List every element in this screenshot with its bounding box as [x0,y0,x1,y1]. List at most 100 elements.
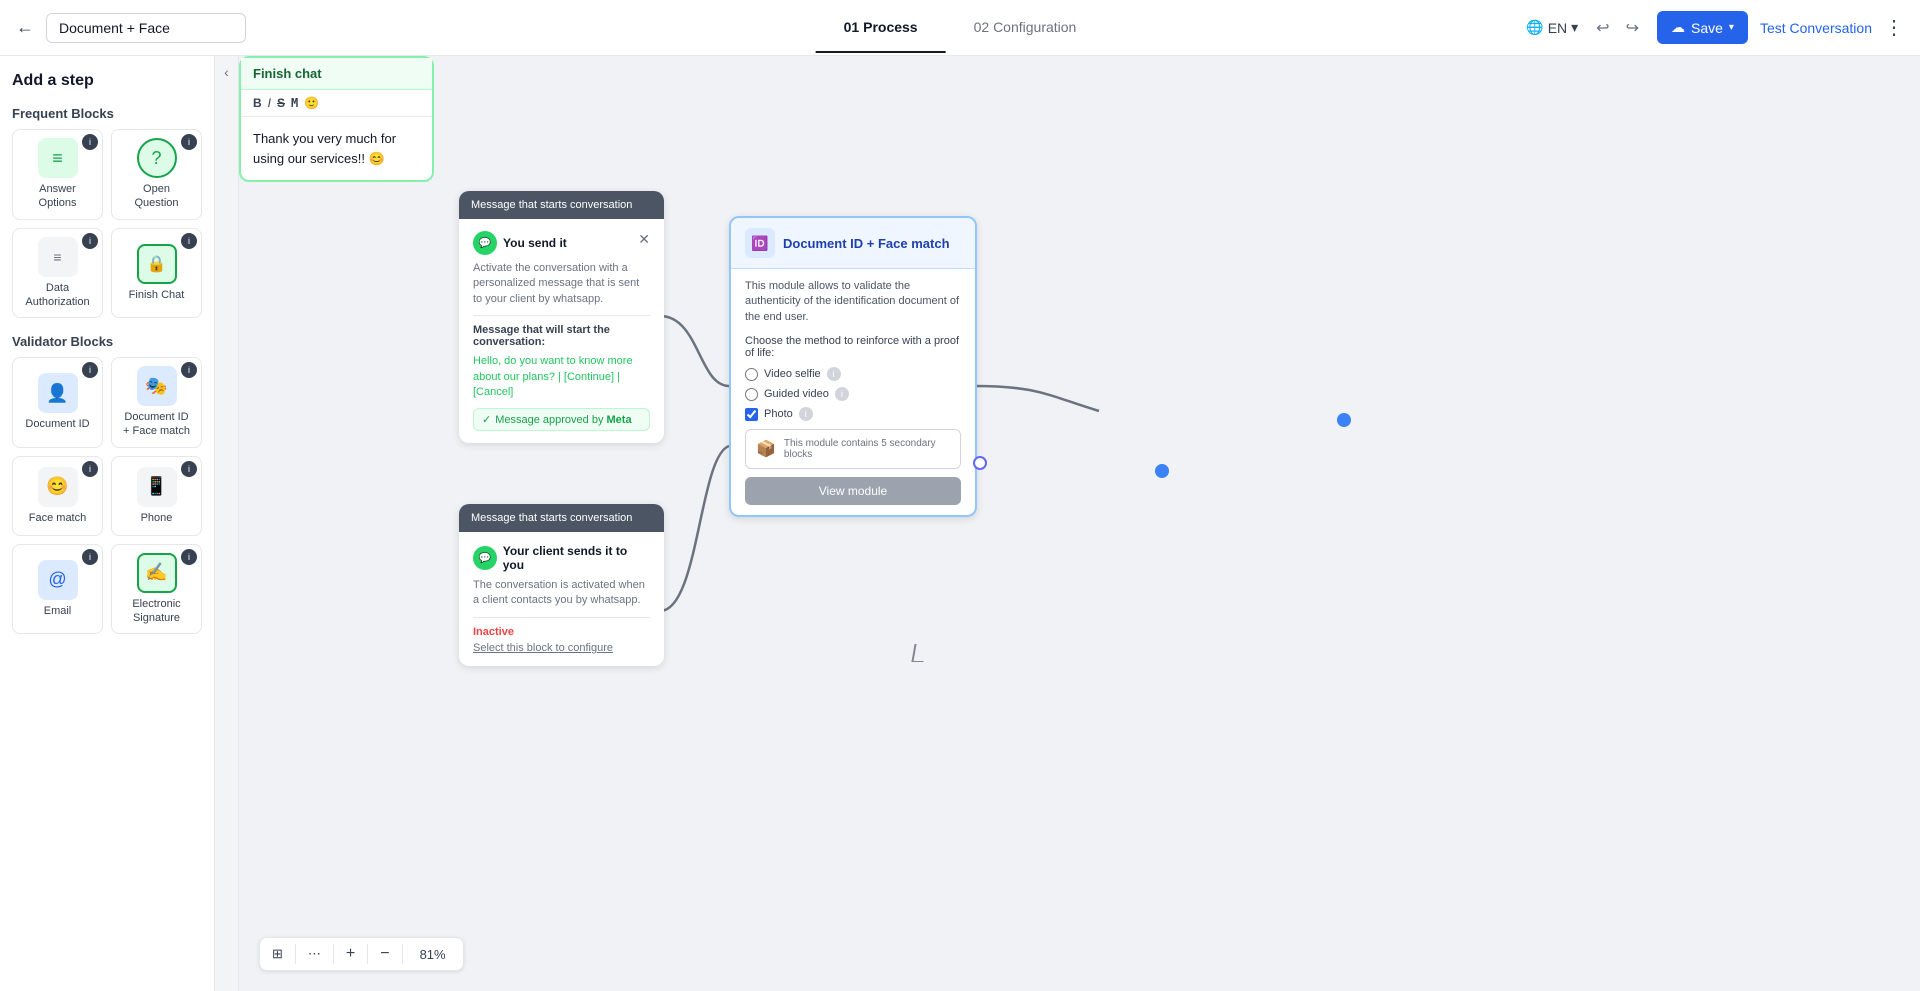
guided-video-label: Guided video [764,388,829,400]
video-selfie-radio[interactable] [745,368,758,381]
finish-chat-label: Finish Chat [129,288,185,302]
msg-sender-1: You send it [503,236,567,250]
block-document-id[interactable]: i 👤 Document ID [12,357,103,448]
answer-options-label: Answer Options [21,182,94,211]
answer-options-icon: ≡ [38,138,78,178]
photo-label: Photo [764,408,793,420]
emoji-icon[interactable]: 🙂 [304,96,319,110]
phone-icon: 📱 [137,467,177,507]
tab-process[interactable]: 01 Process [816,3,946,53]
strikethrough-icon[interactable]: S [277,96,285,110]
photo-checkbox[interactable] [745,408,758,421]
block-document-face[interactable]: i 🎭 Document ID + Face match [111,357,202,448]
sidebar-collapse-handle[interactable]: ‹ [215,56,239,991]
info-badge: i [181,134,197,150]
msg-desc-1: Activate the conversation with a persona… [473,261,650,307]
info-badge: i [181,461,197,477]
cube-icon: 📦 [756,439,776,459]
module-box-text: This module contains 5 secondary blocks [784,438,950,460]
message-card-1: Message that starts conversation ✕ 💬 You… [459,191,664,443]
block-electronic-sig[interactable]: i ✍ Electronic Signature [111,544,202,635]
data-authorization-icon: ≡ [38,237,78,277]
info-badge: i [82,549,98,565]
block-face-match[interactable]: i 😊 Face match [12,456,103,536]
chevron-down-icon: ▾ [1571,19,1578,36]
electronic-sig-icon: ✍ [137,553,177,593]
block-phone[interactable]: i 📱 Phone [111,456,202,536]
tab-configuration[interactable]: 02 Configuration [946,3,1105,53]
zoom-divider-3 [367,944,368,964]
block-open-question[interactable]: i ? Open Question [111,129,202,220]
approved-text: Message approved by Meta [495,414,631,426]
redo-button[interactable]: ↪ [1620,14,1645,42]
cloud-icon: ☁ [1671,19,1685,36]
video-selfie-label: Video selfie [764,368,821,380]
mono-icon[interactable]: M [291,96,298,110]
validator-blocks-grid: i 👤 Document ID i 🎭 Document ID + Face m… [12,357,202,634]
zoom-out-button[interactable]: − [380,945,389,963]
whatsapp-icon-1: 💬 [473,231,497,255]
option-video-selfie[interactable]: Video selfie i [745,367,961,381]
open-question-icon: ? [137,138,177,178]
doc-card-header: 🆔 Document ID + Face match [731,218,975,269]
title-input[interactable] [46,13,246,43]
bold-icon[interactable]: B [253,96,262,110]
info-badge: i [82,233,98,249]
validator-blocks-heading: Validator Blocks [12,334,202,349]
info-dot-selfie: i [827,367,841,381]
zoom-divider-2 [333,944,334,964]
face-match-icon: 😊 [38,467,78,507]
more-options-button[interactable]: ⋮ [1884,15,1904,40]
save-button[interactable]: ☁ Save ▾ [1657,11,1748,44]
main-layout: Add a step Frequent Blocks i ≡ Answer Op… [0,56,1920,991]
block-finish-chat[interactable]: i 🔒 Finish Chat [111,228,202,319]
save-arrow-icon: ▾ [1729,22,1734,33]
option-guided-video[interactable]: Guided video i [745,387,961,401]
msg-card-1-close[interactable]: ✕ [638,231,650,248]
block-data-authorization[interactable]: i ≡ Data Authorization [12,228,103,319]
option-photo[interactable]: Photo i [745,407,961,421]
email-label: Email [44,604,72,618]
msg-card-1-body: ✕ 💬 You send it Activate the conversatio… [459,219,664,443]
undo-button[interactable]: ↩ [1590,14,1615,42]
block-answer-options[interactable]: i ≡ Answer Options [12,129,103,220]
conn-dot-2 [1155,464,1169,478]
test-conversation-button[interactable]: Test Conversation [1760,20,1872,36]
lang-label: EN [1548,20,1567,36]
fit-view-button[interactable]: ⊞ [272,946,283,962]
doc-description: This module allows to validate the authe… [745,279,961,325]
doc-card-body: This module allows to validate the authe… [731,269,975,515]
document-face-icon: 🎭 [137,366,177,406]
msg-card-1-header: Message that starts conversation [459,191,664,219]
undo-redo-group: ↩ ↪ [1590,14,1645,42]
document-id-label: Document ID [25,417,89,431]
face-match-label: Face match [29,511,86,525]
back-button[interactable]: ← [16,17,34,38]
document-face-label: Document ID + Face match [120,410,193,439]
zoom-divider-1 [295,944,296,964]
info-badge: i [181,233,197,249]
msg-card-2-body: 💬 Your client sends it to you The conver… [459,532,664,666]
document-id-icon: 👤 [38,373,78,413]
bubble-text-content: Hello, do you want to know more about ou… [473,355,633,398]
sidebar-title: Add a step [12,72,202,90]
guided-video-radio[interactable] [745,388,758,401]
info-badge: i [181,362,197,378]
msg-sender-2: Your client sends it to you [503,544,650,572]
message-card-2: Message that starts conversation 💬 Your … [459,504,664,666]
electronic-sig-label: Electronic Signature [120,597,193,626]
zoom-level: 81% [415,947,451,962]
view-module-button[interactable]: View module [745,477,961,505]
italic-icon[interactable]: I [268,96,271,110]
conn-dot-3 [1337,413,1351,427]
language-button[interactable]: 🌐 EN ▾ [1526,19,1578,36]
zoom-in-button[interactable]: + [346,945,355,963]
share-button[interactable]: ⋯ [308,946,321,962]
doc-card-icon: 🆔 [745,228,775,258]
document-face-card: 🆔 Document ID + Face match This module a… [729,216,977,517]
block-email[interactable]: i @ Email [12,544,103,635]
info-badge: i [181,549,197,565]
info-badge: i [82,134,98,150]
config-link[interactable]: Select this block to configure [473,642,650,654]
info-dot-photo: i [799,407,813,421]
